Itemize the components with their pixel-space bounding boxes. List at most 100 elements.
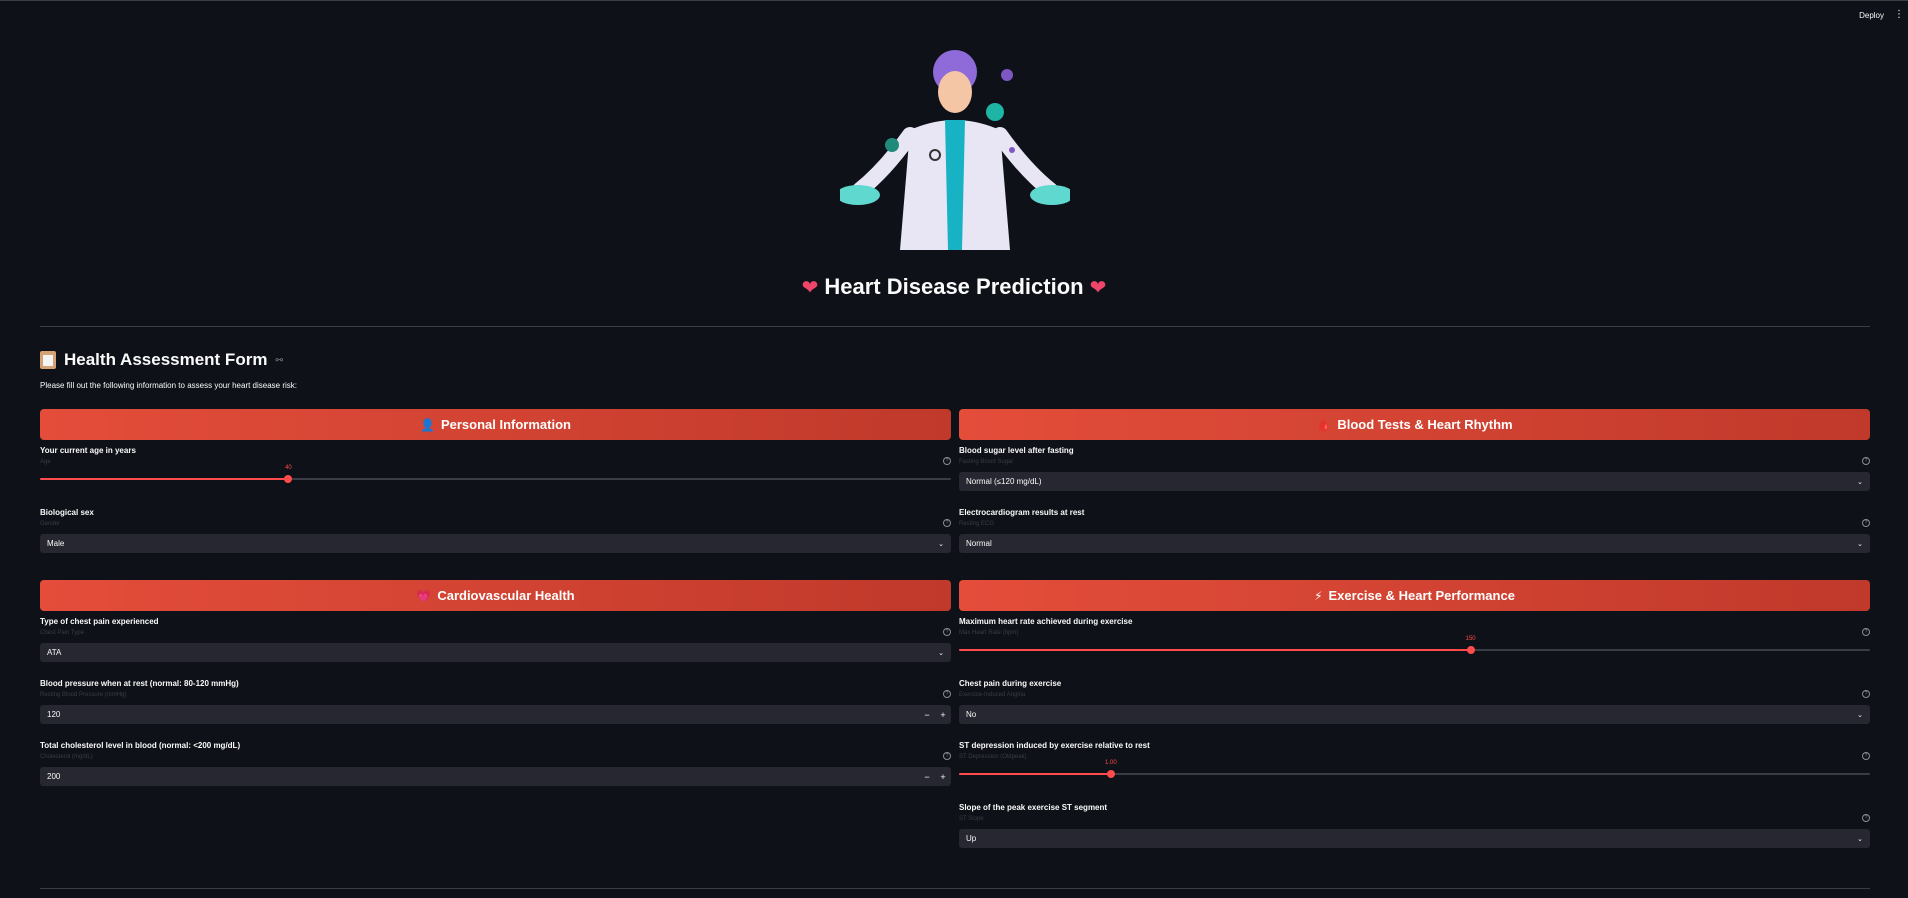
oldpeak-help: ST Depression (Oldpeak) — [959, 754, 1027, 760]
anchor-link-icon[interactable]: ⚯ — [275, 355, 283, 366]
help-icon[interactable]: ? — [943, 690, 951, 698]
fasting-field: Blood sugar level after fasting Fasting … — [959, 440, 1870, 502]
personal-section: 👤 Personal Information Your current age … — [40, 409, 951, 564]
max-hr-field: Maximum heart rate achieved during exerc… — [959, 611, 1870, 673]
divider — [40, 326, 1870, 327]
slider-thumb[interactable] — [284, 475, 293, 483]
form-title: Health Assessment Form ⚯ — [40, 350, 283, 370]
age-field: Your current age in years Age ? 40 — [40, 440, 951, 502]
increment-button[interactable]: + — [935, 772, 951, 782]
angina-field: Chest pain during exercise Exercise-Indu… — [959, 673, 1870, 735]
chol-label: Total cholesterol level in blood (normal… — [40, 741, 241, 750]
oldpeak-field: ST depression induced by exercise relati… — [959, 735, 1870, 797]
help-icon[interactable]: ? — [1862, 690, 1870, 698]
dot-badge-shape — [1009, 147, 1015, 153]
chol-input[interactable]: 200 − + — [40, 767, 951, 786]
page-title: ❤ Heart Disease Prediction ❤ — [801, 274, 1107, 299]
cardio-section: 💗 Cardiovascular Health Type of chest pa… — [40, 580, 951, 797]
scrubs-shape — [945, 120, 965, 250]
slider-value: 1.00 — [1105, 760, 1117, 766]
sex-select[interactable]: Male ⌄ — [40, 534, 951, 553]
left-arm-shape — [852, 127, 918, 198]
slider-thumb[interactable] — [1106, 770, 1115, 778]
oldpeak-label: ST depression induced by exercise relati… — [959, 741, 1150, 750]
oldpeak-slider[interactable]: 1.00 — [959, 760, 1870, 778]
slider-fill — [959, 773, 1111, 775]
chevron-down-icon: ⌄ — [1857, 478, 1863, 486]
sex-field: Biological sex Gender ? Male ⌄ — [40, 502, 951, 564]
doctor-illustration — [840, 50, 1070, 250]
face-shape — [938, 71, 972, 113]
slider-thumb[interactable] — [1466, 646, 1475, 654]
help-icon[interactable]: ? — [1862, 752, 1870, 760]
ecg-field: Electrocardiogram results at rest Restin… — [959, 502, 1870, 564]
angina-label: Chest pain during exercise — [959, 679, 1062, 688]
angina-select[interactable]: No ⌄ — [959, 705, 1870, 724]
help-icon[interactable]: ? — [943, 752, 951, 760]
slope-select[interactable]: Up ⌄ — [959, 829, 1870, 848]
chevron-down-icon: ⌄ — [1857, 835, 1863, 843]
pill-badge-shape — [986, 103, 1004, 121]
form-subtitle: Please fill out the following informatio… — [40, 381, 298, 390]
sex-label: Biological sex — [40, 508, 94, 517]
chevron-down-icon: ⌄ — [1857, 540, 1863, 548]
chevron-down-icon: ⌄ — [938, 540, 944, 548]
chest-pain-label: Type of chest pain experienced — [40, 617, 159, 626]
angina-help: Exercise-Induced Angina — [959, 692, 1026, 698]
person-icon: 👤 — [420, 417, 435, 432]
test-tube-icon: 🩸 — [1316, 417, 1332, 432]
help-icon[interactable]: ? — [943, 519, 951, 527]
chevron-down-icon: ⌄ — [938, 649, 944, 657]
slider-value: 40 — [285, 465, 292, 471]
slope-field: Slope of the peak exercise ST segment ST… — [959, 797, 1870, 859]
deploy-button[interactable]: Deploy — [1859, 11, 1884, 20]
shield-badge-shape — [885, 138, 899, 152]
chest-pain-select[interactable]: ATA ⌄ — [40, 643, 951, 662]
fasting-label: Blood sugar level after fasting — [959, 446, 1074, 455]
help-icon[interactable]: ? — [1862, 519, 1870, 527]
increment-button[interactable]: + — [935, 710, 951, 720]
top-border — [0, 0, 1908, 1]
slider-value: 150 — [1465, 636, 1476, 642]
age-help: Age — [40, 459, 51, 465]
chevron-down-icon: ⌄ — [1857, 711, 1863, 719]
help-icon[interactable]: ? — [1862, 814, 1870, 822]
section-header-personal: 👤 Personal Information — [40, 409, 951, 440]
age-slider[interactable]: 40 — [40, 465, 951, 483]
max-hr-label: Maximum heart rate achieved during exerc… — [959, 617, 1133, 626]
section-header-blood: 🩸 Blood Tests & Heart Rhythm — [959, 409, 1870, 440]
bp-field: Blood pressure when at rest (normal: 80-… — [40, 673, 951, 735]
help-icon[interactable]: ? — [943, 628, 951, 636]
help-icon[interactable]: ? — [1862, 457, 1870, 465]
help-icon[interactable]: ? — [1862, 628, 1870, 636]
help-icon[interactable]: ? — [943, 457, 951, 465]
clipboard-icon — [40, 351, 56, 369]
heart-icon: ❤ — [1089, 277, 1107, 299]
slider-fill — [40, 478, 289, 480]
fasting-help: Fasting Blood Sugar — [959, 459, 1014, 465]
slope-help: ST Slope — [959, 816, 984, 822]
bp-input[interactable]: 120 − + — [40, 705, 951, 724]
max-hr-slider[interactable]: 150 — [959, 636, 1870, 654]
ecg-select[interactable]: Normal ⌄ — [959, 534, 1870, 553]
bp-label: Blood pressure when at rest (normal: 80-… — [40, 679, 239, 688]
heart-icon: ❤ — [801, 277, 819, 299]
age-label: Your current age in years — [40, 446, 136, 455]
ecg-label: Electrocardiogram results at rest — [959, 508, 1085, 517]
section-header-exercise: ⚡ Exercise & Heart Performance — [959, 580, 1870, 611]
decrement-button[interactable]: − — [919, 772, 935, 782]
ecg-help: Resting ECG — [959, 521, 995, 527]
chol-help: Cholesterol (mg/dL) — [40, 754, 93, 760]
heart-icon: 💗 — [416, 588, 432, 603]
fasting-select[interactable]: Normal (≤120 mg/dL) ⌄ — [959, 472, 1870, 491]
sex-help: Gender — [40, 521, 61, 527]
bp-help: Resting Blood Pressure (mmHg) — [40, 692, 127, 698]
chest-pain-help: Chest Pain Type — [40, 630, 84, 636]
section-header-cardio: 💗 Cardiovascular Health — [40, 580, 951, 611]
right-arm-shape — [992, 127, 1058, 198]
chest-pain-field: Type of chest pain experienced Chest Pai… — [40, 611, 951, 673]
max-hr-help: Max Heart Rate (bpm) — [959, 630, 1019, 636]
divider — [40, 888, 1870, 889]
kebab-menu-icon[interactable]: ⋮ — [1894, 9, 1904, 20]
decrement-button[interactable]: − — [919, 710, 935, 720]
